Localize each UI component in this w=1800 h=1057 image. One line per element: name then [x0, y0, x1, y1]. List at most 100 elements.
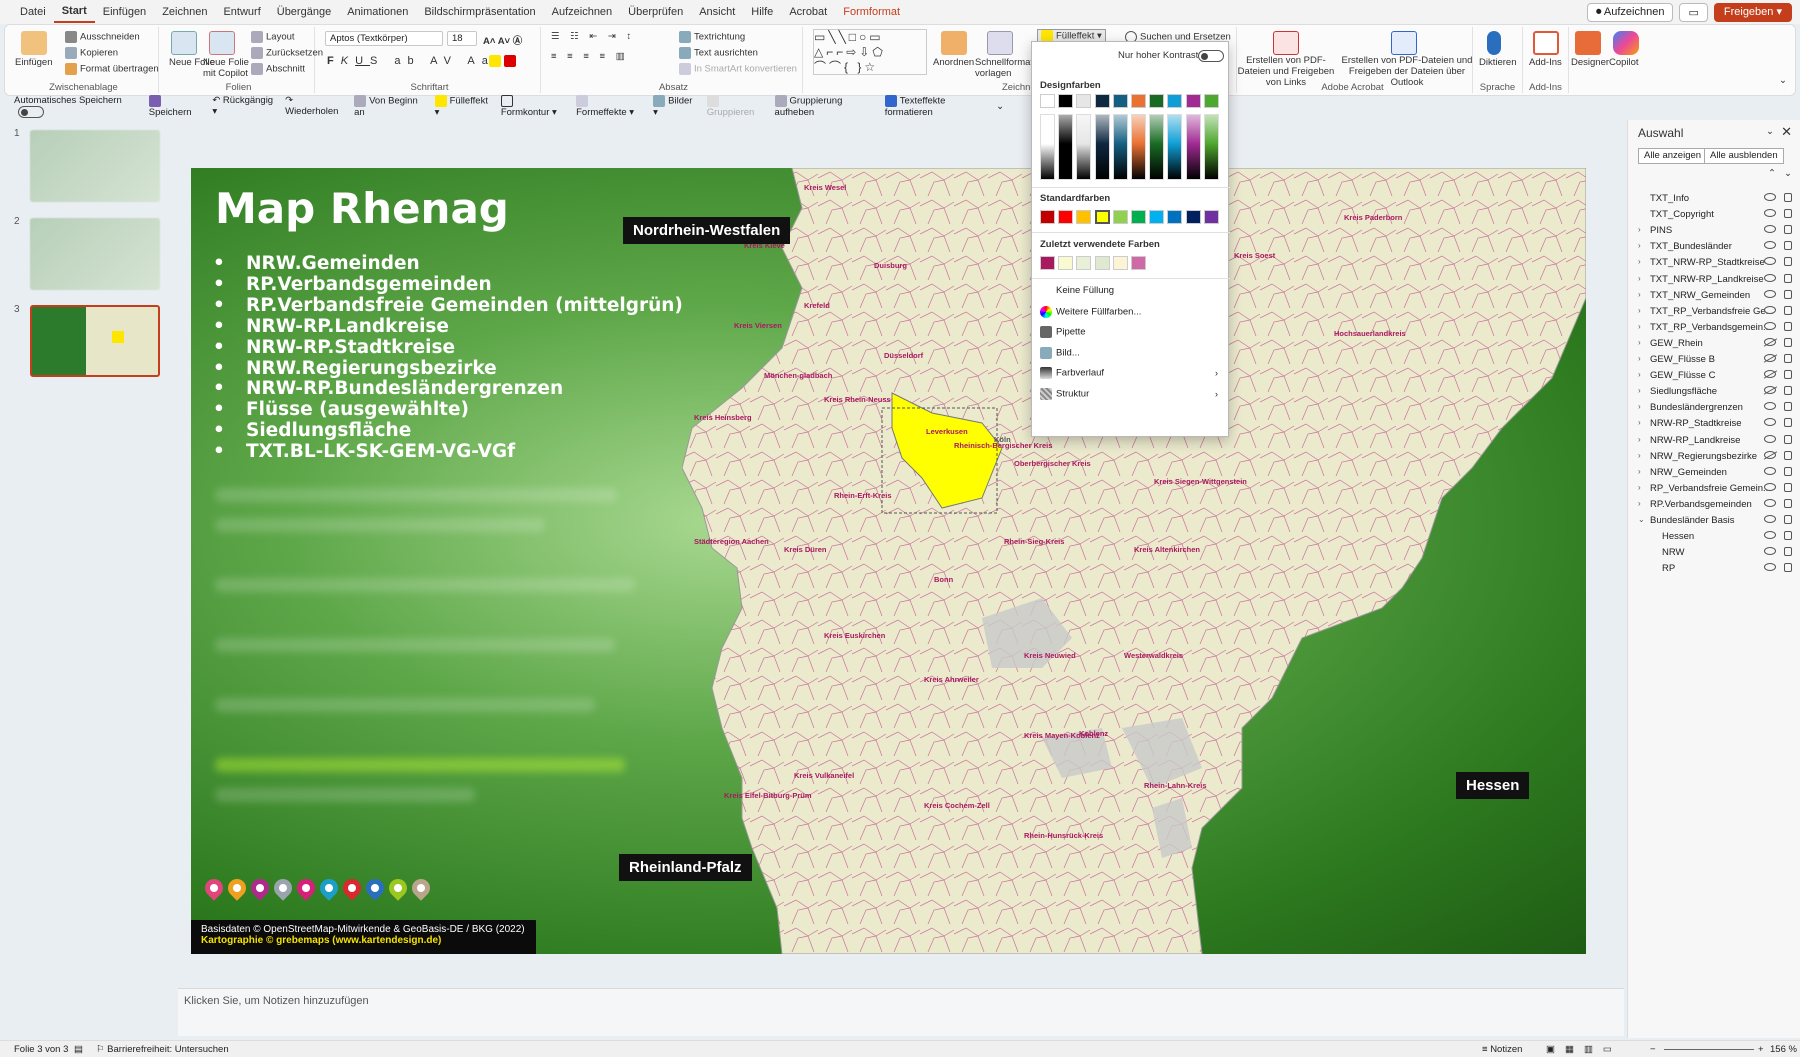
menu-tab[interactable]: Animationen: [339, 0, 416, 24]
standard-color-swatch[interactable]: [1040, 210, 1055, 224]
expand-chevron-icon[interactable]: ›: [1638, 451, 1641, 460]
lock-icon[interactable]: [1784, 402, 1792, 412]
lock-icon[interactable]: [1784, 386, 1792, 396]
copy-button[interactable]: Kopieren: [65, 47, 118, 59]
expand-chevron-icon[interactable]: ›: [1638, 354, 1641, 363]
map-pin-icon[interactable]: [339, 875, 365, 901]
pdf-outlook-icon[interactable]: [1391, 31, 1417, 55]
lock-icon[interactable]: [1784, 337, 1792, 347]
selection-item[interactable]: NRW: [1638, 546, 1798, 562]
new-slide-icon[interactable]: [171, 31, 197, 55]
selection-item[interactable]: › NRW_Gemeinden: [1638, 466, 1798, 482]
eye-icon[interactable]: [1764, 466, 1776, 475]
theme-color-swatch[interactable]: [1167, 94, 1183, 108]
lock-icon[interactable]: [1784, 370, 1792, 380]
recent-color-swatch[interactable]: [1058, 256, 1074, 270]
eye-icon[interactable]: [1764, 547, 1776, 556]
theme-shade-column[interactable]: [1167, 114, 1183, 180]
theme-shade-column[interactable]: [1203, 114, 1219, 180]
lock-icon[interactable]: [1784, 257, 1792, 267]
map-pin-icon[interactable]: [224, 875, 250, 901]
lock-icon[interactable]: [1784, 418, 1792, 428]
eye-icon[interactable]: [1764, 273, 1776, 282]
outline-button[interactable]: Formkontur ▾: [500, 94, 564, 118]
from-start-button[interactable]: Von Beginn an: [354, 94, 422, 118]
eye-icon[interactable]: [1764, 531, 1776, 540]
menu-tab[interactable]: Ansicht: [691, 0, 743, 24]
menu-tab[interactable]: Start: [53, 1, 95, 23]
selection-item[interactable]: › TXT_Bundesländer: [1638, 240, 1798, 256]
theme-color-swatch[interactable]: [1203, 94, 1219, 108]
expand-chevron-icon[interactable]: ›: [1638, 241, 1641, 250]
standard-color-swatch[interactable]: [1076, 210, 1092, 224]
zoom-out-icon[interactable]: −: [1650, 1044, 1656, 1055]
menu-tab[interactable]: Überprüfen: [620, 0, 691, 24]
font-name-select[interactable]: Aptos (Textkörper): [325, 31, 443, 46]
menu-tab[interactable]: Aufzeichnen: [544, 0, 621, 24]
zoom-slider[interactable]: [1664, 1049, 1754, 1050]
copilot-button[interactable]: Copilot: [1609, 57, 1639, 68]
spellcheck-icon[interactable]: ▤: [74, 1044, 83, 1055]
shapes-gallery-icon[interactable]: ▭╲╲□○▭ △⌐⌐⇨⇩⬠ ⌒⌒{ }☆: [813, 29, 927, 75]
ungroup-button[interactable]: Gruppierung aufheben: [774, 94, 873, 118]
more-colors-item[interactable]: Weitere Füllfarben...: [1040, 306, 1222, 324]
qat-fill-button[interactable]: Fülleffekt ▾: [434, 94, 489, 118]
selection-item[interactable]: TXT_Copyright: [1638, 208, 1798, 224]
lock-icon[interactable]: [1784, 450, 1792, 460]
selection-item[interactable]: › TXT_NRW-RP_Landkreise: [1638, 273, 1798, 289]
menu-tab[interactable]: Formformat: [835, 0, 908, 24]
lock-icon[interactable]: [1784, 354, 1792, 363]
theme-shade-column[interactable]: [1076, 114, 1092, 180]
map-pin-icon[interactable]: [385, 875, 411, 901]
lock-icon[interactable]: [1784, 547, 1792, 557]
slide-bullet-list[interactable]: NRW.GemeindenRP.VerbandsgemeindenRP.Verb…: [213, 253, 683, 463]
eye-icon[interactable]: [1764, 305, 1776, 314]
lock-icon[interactable]: [1784, 482, 1792, 492]
eye-icon[interactable]: [1764, 209, 1776, 218]
gradient-item[interactable]: Farbverlauf ›: [1040, 367, 1222, 385]
selection-item[interactable]: › TXT_NRW-RP_Stadtkreise: [1638, 256, 1798, 272]
map-pin-icon[interactable]: [201, 875, 227, 901]
lock-icon[interactable]: [1784, 193, 1792, 202]
menu-tab[interactable]: Hilfe: [743, 0, 781, 24]
standard-color-swatch[interactable]: [1149, 210, 1165, 224]
theme-color-swatch[interactable]: [1185, 94, 1201, 108]
lock-icon[interactable]: [1784, 305, 1792, 315]
eye-icon[interactable]: [1764, 498, 1776, 507]
high-contrast-toggle[interactable]: [1198, 50, 1224, 62]
chevron-down-icon[interactable]: ⌄: [1766, 126, 1774, 137]
new-slide-copilot-button[interactable]: Neue Folie mit Copilot: [203, 57, 249, 79]
eye-icon[interactable]: [1764, 321, 1776, 330]
menu-tab[interactable]: Acrobat: [781, 0, 835, 24]
list-buttons-icon[interactable]: ☰ ☷ ⇤ ⇥ ↕: [551, 31, 635, 42]
pictures-button[interactable]: Bilder ▾: [653, 94, 695, 118]
theme-color-swatch[interactable]: [1076, 94, 1092, 108]
font-grow-shrink-icon[interactable]: A˄ A˅ Ⓐ: [483, 33, 522, 47]
eye-icon[interactable]: [1764, 193, 1776, 201]
arrange-button[interactable]: Anordnen: [933, 57, 974, 68]
section-button[interactable]: Abschnitt: [251, 63, 305, 75]
quick-styles-icon[interactable]: [987, 31, 1013, 55]
eyedropper-item[interactable]: Pipette: [1040, 326, 1222, 344]
eye-icon[interactable]: [1764, 434, 1776, 443]
recent-color-swatch[interactable]: [1112, 256, 1128, 270]
recent-color-swatch[interactable]: [1131, 256, 1146, 270]
eye-icon[interactable]: [1764, 225, 1776, 234]
theme-color-swatch[interactable]: [1094, 94, 1110, 108]
standard-color-swatch[interactable]: [1131, 210, 1146, 224]
lock-icon[interactable]: [1784, 498, 1792, 508]
expand-chevron-icon[interactable]: ›: [1638, 290, 1641, 299]
zoom-in-icon[interactable]: +: [1758, 1044, 1764, 1055]
eye-icon[interactable]: [1764, 241, 1776, 250]
addins-icon[interactable]: [1533, 31, 1559, 55]
eye-hidden-icon[interactable]: [1764, 337, 1776, 346]
reset-button[interactable]: Zurücksetzen: [251, 47, 323, 59]
map-pin-icon[interactable]: [270, 875, 296, 901]
theme-shade-column[interactable]: [1112, 114, 1128, 180]
cut-button[interactable]: Ausschneiden: [65, 31, 140, 43]
record-button[interactable]: ⏺ Aufzeichnen: [1586, 3, 1674, 22]
eye-icon[interactable]: [1764, 289, 1776, 298]
standard-color-swatch[interactable]: [1167, 210, 1183, 224]
map-pin-icon[interactable]: [362, 875, 388, 901]
label-rheinland-pfalz[interactable]: Rheinland-Pfalz: [619, 854, 752, 881]
